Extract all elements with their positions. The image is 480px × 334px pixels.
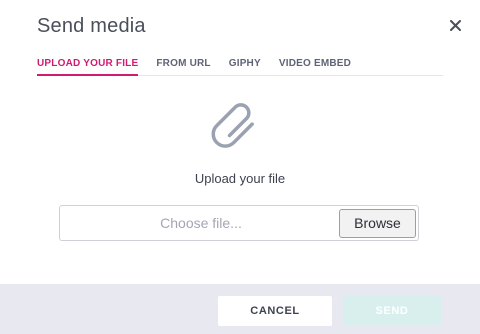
- send-button[interactable]: SEND: [343, 296, 441, 326]
- tab-giphy[interactable]: GIPHY: [229, 56, 261, 76]
- upload-label: Upload your file: [194, 171, 286, 186]
- tab-video-embed[interactable]: VIDEO EMBED: [279, 56, 351, 76]
- media-tabs: UPLOAD YOUR FILE FROM URL GIPHY VIDEO EM…: [37, 56, 443, 76]
- close-icon: [449, 19, 461, 31]
- close-button[interactable]: [446, 16, 464, 34]
- cancel-button[interactable]: CANCEL: [218, 296, 332, 326]
- send-media-dialog: Send media UPLOAD YOUR FILE FROM URL GIP…: [0, 0, 480, 334]
- file-input[interactable]: Choose file... Browse: [59, 205, 419, 241]
- file-placeholder: Choose file...: [160, 215, 242, 231]
- browse-button[interactable]: Browse: [339, 209, 416, 238]
- tab-from-url[interactable]: FROM URL: [156, 56, 210, 76]
- tab-upload-your-file[interactable]: UPLOAD YOUR FILE: [37, 56, 139, 76]
- dialog-footer: CANCEL SEND: [0, 284, 480, 334]
- dialog-title: Send media: [37, 15, 146, 37]
- paperclip-icon: [211, 103, 254, 148]
